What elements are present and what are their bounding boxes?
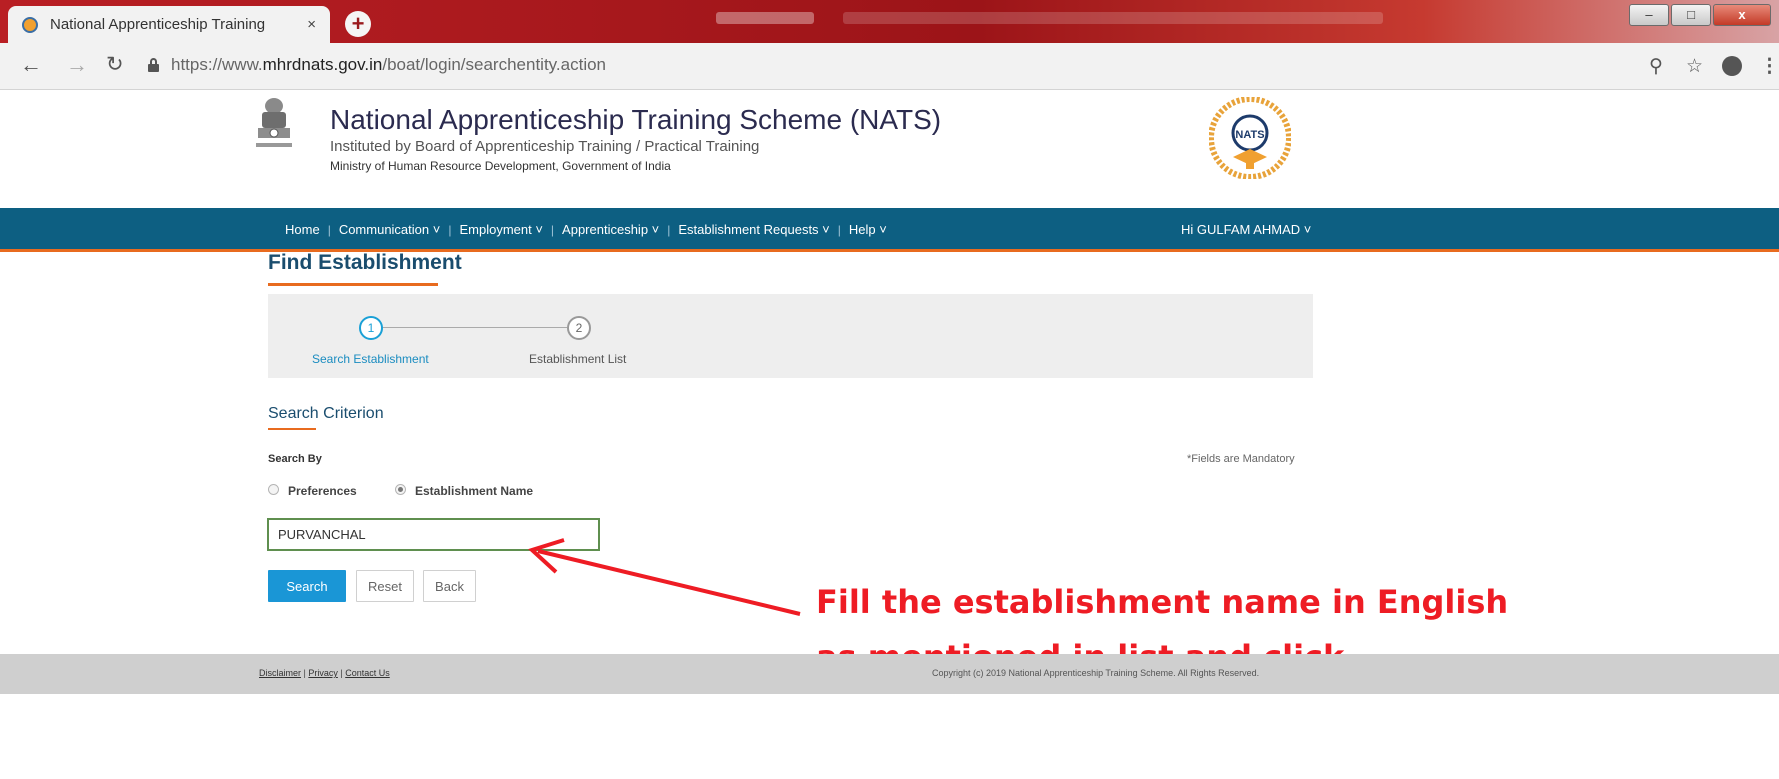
- minimize-button[interactable]: –: [1629, 4, 1669, 26]
- step-2-label: Establishment List: [529, 352, 627, 366]
- nav-communication[interactable]: Communication ˅: [339, 222, 441, 237]
- step-connector: [381, 327, 567, 328]
- new-tab-button[interactable]: +: [345, 11, 371, 37]
- nav-separator: |: [837, 222, 841, 237]
- forward-arrow-icon[interactable]: →: [66, 54, 88, 76]
- nav-apprenticeship[interactable]: Apprenticeship ˅: [562, 222, 659, 237]
- blurred-window-text: [716, 12, 814, 24]
- nav-separator: |: [327, 222, 331, 237]
- site-header: National Apprenticeship Training Scheme …: [0, 90, 1779, 208]
- address-bar[interactable]: https://www.mhrdnats.gov.in/boat/login/s…: [171, 55, 606, 75]
- close-window-button[interactable]: x: [1713, 4, 1771, 26]
- nats-logo-text: NATS: [1235, 129, 1264, 141]
- copyright-text: Copyright (c) 2019 National Apprenticesh…: [932, 668, 1260, 678]
- title-underline: [268, 283, 438, 286]
- search-by-label: Search By: [268, 453, 322, 465]
- preferences-radio[interactable]: [268, 484, 279, 495]
- main-navigation: Home | Communication ˅ | Employment ˅ | …: [0, 208, 1779, 252]
- step-2-indicator: 2: [567, 316, 591, 340]
- zoom-icon[interactable]: ⚲: [1649, 55, 1663, 78]
- site-subtitle: Instituted by Board of Apprenticeship Tr…: [330, 138, 760, 155]
- footer-links: Disclaimer | Privacy | Contact Us: [259, 668, 390, 678]
- blurred-window-text: [843, 12, 1383, 24]
- establishment-name-radio-label[interactable]: Establishment Name: [415, 484, 533, 498]
- nav-establishment-requests[interactable]: Establishment Requests ˅: [678, 222, 829, 237]
- browser-menu-icon[interactable]: ⋮: [1760, 55, 1779, 78]
- disclaimer-link[interactable]: Disclaimer: [259, 668, 301, 678]
- site-favicon-icon: [22, 16, 38, 33]
- privacy-link[interactable]: Privacy: [308, 668, 338, 678]
- lock-icon: [148, 58, 159, 72]
- back-button[interactable]: Back: [423, 570, 476, 602]
- section-title: Search Criterion: [268, 405, 384, 422]
- bookmark-star-icon[interactable]: ☆: [1686, 55, 1703, 78]
- mandatory-note: *Fields are Mandatory: [1187, 453, 1295, 465]
- back-arrow-icon[interactable]: ←: [20, 54, 42, 76]
- footer: Disclaimer | Privacy | Contact Us Copyri…: [0, 654, 1779, 694]
- reset-button[interactable]: Reset: [356, 570, 414, 602]
- nav-employment[interactable]: Employment ˅: [459, 222, 542, 237]
- nav-separator: |: [550, 222, 555, 237]
- nats-logo: NATS: [1209, 97, 1291, 179]
- nav-help[interactable]: Help ˅: [849, 222, 887, 237]
- url-prefix: https://www.: [171, 55, 263, 74]
- contact-us-link[interactable]: Contact Us: [345, 668, 390, 678]
- tab-close-icon[interactable]: ×: [307, 16, 316, 33]
- profile-avatar-icon[interactable]: [1722, 56, 1742, 76]
- browser-tab[interactable]: National Apprenticeship Training ×: [8, 6, 330, 43]
- page-title: Find Establishment: [268, 251, 462, 274]
- establishment-name-input[interactable]: [267, 518, 600, 551]
- nav-home[interactable]: Home: [285, 222, 320, 237]
- nav-menu: Home | Communication ˅ | Employment ˅ | …: [285, 222, 887, 237]
- preferences-radio-label[interactable]: Preferences: [288, 484, 357, 498]
- step-1-label: Search Establishment: [312, 352, 429, 366]
- window-controls: – □ x: [1629, 4, 1771, 26]
- site-title: National Apprenticeship Training Scheme …: [330, 104, 942, 135]
- india-emblem-icon: [256, 98, 292, 147]
- ministry-text: Ministry of Human Resource Development, …: [330, 159, 671, 173]
- search-button[interactable]: Search: [268, 570, 346, 602]
- establishment-name-radio[interactable]: [395, 484, 406, 495]
- url-path: /boat/login/searchentity.action: [382, 55, 606, 74]
- section-underline: [268, 428, 316, 430]
- reload-icon[interactable]: ↻: [106, 54, 124, 76]
- url-host: mhrdnats.gov.in: [262, 55, 383, 74]
- step-1-indicator: 1: [359, 316, 383, 340]
- tab-title: National Apprenticeship Training: [50, 16, 266, 33]
- browser-toolbar: ← → ↻ https://www.mhrdnats.gov.in/boat/l…: [0, 43, 1779, 90]
- maximize-button[interactable]: □: [1671, 4, 1711, 26]
- browser-tab-strip: National Apprenticeship Training × + – □…: [0, 0, 1779, 43]
- user-menu[interactable]: Hi GULFAM AHMAD ˅: [1181, 222, 1311, 237]
- nav-separator: |: [448, 222, 452, 237]
- nav-separator: |: [667, 222, 671, 237]
